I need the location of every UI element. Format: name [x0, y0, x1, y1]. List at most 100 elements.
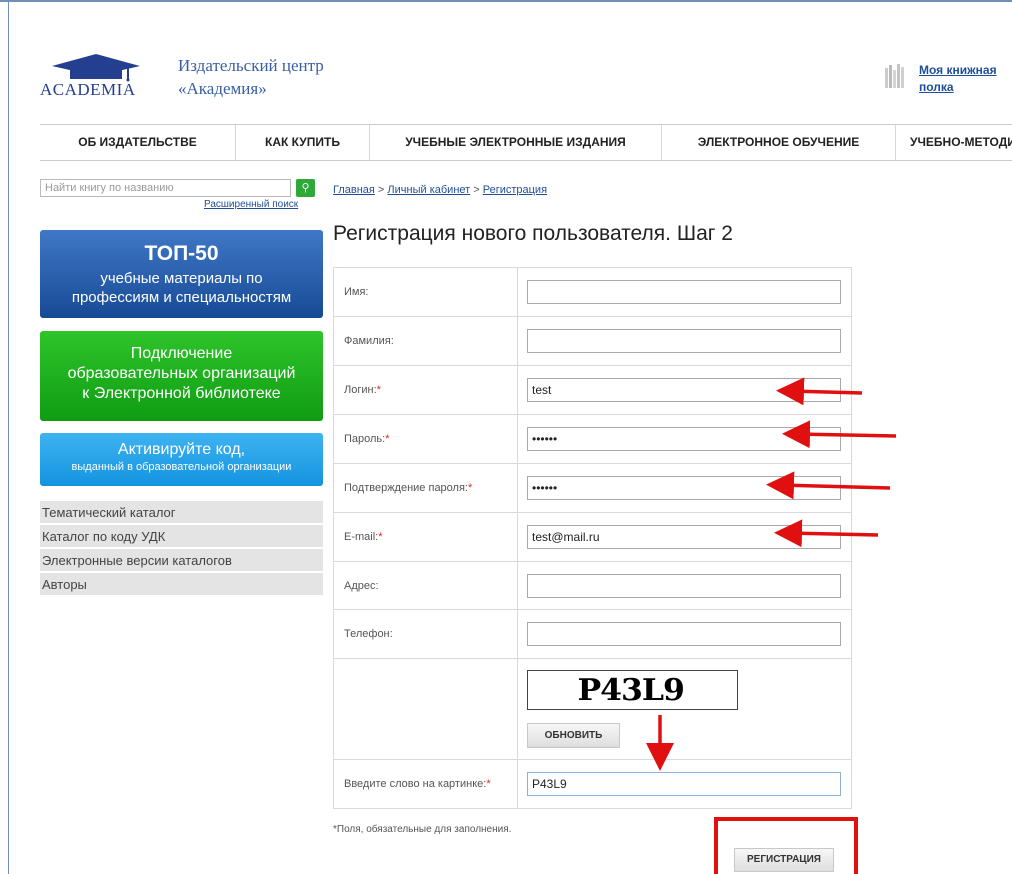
nav-e-editions[interactable]: УЧЕБНЫЕ ЭЛЕКТРОННЫЕ ИЗДАНИЯ [370, 125, 662, 160]
activate-title: Активируйте код, [117, 441, 246, 458]
sidebar-item-thematic-catalog[interactable]: Тематический каталог [40, 501, 323, 524]
phone-cell [517, 609, 852, 659]
first-name-input[interactable] [527, 280, 841, 304]
sidebar-item-electronic-catalogs[interactable]: Электронные версии каталогов [40, 549, 323, 572]
login-label-text: Логин: [344, 384, 377, 396]
email-cell: test@mail.ru [517, 512, 852, 562]
breadcrumb-registration[interactable]: Регистрация [483, 184, 547, 196]
address-cell [517, 561, 852, 610]
publisher-name: Издательский центр «Академия» [178, 54, 324, 100]
connect-line-3: к Электронной библиотеке [82, 385, 281, 402]
my-bookshelf-link[interactable]: Моя книжная полка [919, 62, 1011, 96]
breadcrumb-cabinet[interactable]: Личный кабинет [387, 184, 470, 196]
first-name-label-text: Имя: [344, 286, 369, 298]
captcha-text: P43L9 [577, 672, 684, 708]
graduation-cap-icon [52, 54, 140, 82]
required-marker: * [385, 433, 390, 445]
phone-label: Телефон: [333, 609, 518, 659]
login-cell: test [517, 365, 852, 415]
form-row-address: Адрес: [333, 561, 852, 610]
publisher-line-2: «Академия» [178, 79, 267, 98]
password-label: Пароль:* [333, 414, 518, 464]
captcha-label-cell [333, 658, 518, 760]
last-name-cell [517, 316, 852, 366]
page-top-border [0, 0, 1012, 2]
form-row-captcha: P43L9 ОБНОВИТЬ [333, 658, 852, 760]
phone-input[interactable] [527, 622, 841, 646]
logo-text: ACADEMIA [40, 80, 136, 99]
nav-e-learning[interactable]: ЭЛЕКТРОННОЕ ОБУЧЕНИЕ [662, 125, 896, 160]
last-name-input[interactable] [527, 329, 841, 353]
search-button[interactable]: ⚲ [296, 179, 315, 197]
address-input[interactable] [527, 573, 841, 598]
password-confirm-input[interactable]: •••••• [527, 476, 841, 500]
required-marker: * [378, 531, 383, 543]
main-nav: ОБ ИЗДАТЕЛЬСТВЕ КАК КУПИТЬ УЧЕБНЫЕ ЭЛЕКТ… [40, 124, 1012, 161]
top50-title: ТОП-50 [144, 242, 219, 265]
email-label: E-mail:* [333, 512, 518, 562]
nav-how-to-buy[interactable]: КАК КУПИТЬ [236, 125, 370, 160]
form-row-login: Логин:* test [333, 365, 852, 415]
connect-organizations-banner[interactable]: Подключение образовательных организаций … [40, 331, 323, 421]
top50-line-1: учебные материалы по [100, 270, 263, 287]
phone-label-text: Телефон: [344, 628, 393, 640]
registration-form: Имя: Фамилия: Логин:* test Пароль:* ••••… [333, 267, 852, 809]
captcha-input-cell: P43L9 [517, 759, 852, 809]
required-fields-note: *Поля, обязательные для заполнения. [333, 824, 512, 835]
advanced-search-link[interactable]: Расширенный поиск [204, 199, 298, 210]
nav-methodical[interactable]: УЧЕБНО-МЕТОДИЧЕСКОЕ [896, 125, 1012, 160]
email-input[interactable]: test@mail.ru [527, 525, 841, 549]
captcha-input[interactable]: P43L9 [527, 772, 841, 796]
form-row-last-name: Фамилия: [333, 316, 852, 366]
activate-code-banner[interactable]: Активируйте код, выданный в образователь… [40, 433, 323, 486]
breadcrumb-sep-2: > [470, 184, 483, 196]
password-label-text: Пароль: [344, 433, 386, 445]
sidebar-item-udc-catalog[interactable]: Каталог по коду УДК [40, 525, 323, 548]
academia-logo[interactable]: ACADEMIA [40, 52, 150, 102]
captcha-input-label: Введите слово на картинке:* [333, 759, 518, 809]
email-label-text: E-mail: [344, 531, 379, 543]
activate-subtitle: выданный в образовательной организации [71, 461, 292, 473]
password-confirm-cell: •••••• [517, 463, 852, 513]
password-input[interactable]: •••••• [527, 427, 841, 451]
form-row-first-name: Имя: [333, 267, 852, 317]
breadcrumb-home[interactable]: Главная [333, 184, 375, 196]
captcha-image: P43L9 [527, 669, 738, 710]
last-name-label-text: Фамилия: [344, 335, 394, 347]
connect-line-1: Подключение [130, 345, 233, 362]
form-row-email: E-mail:* test@mail.ru [333, 512, 852, 562]
connect-line-2: образовательных организаций [67, 365, 296, 382]
form-row-password-confirm: Подтверждение пароля:* •••••• [333, 463, 852, 513]
form-row-captcha-input: Введите слово на картинке:* P43L9 [333, 759, 852, 809]
sidebar-item-authors[interactable]: Авторы [40, 573, 323, 596]
breadcrumb: Главная > Личный кабинет > Регистрация [333, 184, 547, 196]
required-marker: * [467, 482, 473, 494]
login-input[interactable]: test [527, 378, 841, 402]
top50-banner[interactable]: ТОП-50 учебные материалы по профессиям и… [40, 230, 323, 318]
refresh-captcha-button[interactable]: ОБНОВИТЬ [527, 722, 620, 748]
address-label: Адрес: [333, 561, 518, 610]
shelf-link-line-1: Моя книжная [919, 63, 997, 77]
book-search-input[interactable]: Найти книгу по названию [40, 179, 291, 197]
page-title: Регистрация нового пользователя. Шаг 2 [333, 222, 733, 245]
captcha-cell: P43L9 ОБНОВИТЬ [517, 658, 852, 760]
search-icon: ⚲ [301, 182, 310, 194]
captcha-input-label-text: Введите слово на картинке: [344, 778, 487, 790]
publisher-line-1: Издательский центр [178, 56, 324, 75]
form-row-password: Пароль:* •••••• [333, 414, 852, 464]
bookshelf-icon [885, 64, 904, 88]
form-row-phone: Телефон: [333, 609, 852, 659]
required-marker: * [376, 384, 381, 396]
first-name-label: Имя: [333, 267, 518, 317]
first-name-cell [517, 267, 852, 317]
nav-about[interactable]: ОБ ИЗДАТЕЛЬСТВЕ [40, 125, 236, 160]
password-confirm-label: Подтверждение пароля:* [333, 463, 518, 513]
address-label-text: Адрес: [344, 579, 379, 592]
password-confirm-label-text: Подтверждение пароля: [344, 482, 468, 494]
register-highlight-box [714, 817, 858, 874]
shelf-link-line-2: полка [919, 80, 954, 94]
password-cell: •••••• [517, 414, 852, 464]
last-name-label: Фамилия: [333, 316, 518, 366]
top50-line-2: профессиям и специальностям [71, 289, 292, 306]
required-marker: * [486, 778, 491, 790]
